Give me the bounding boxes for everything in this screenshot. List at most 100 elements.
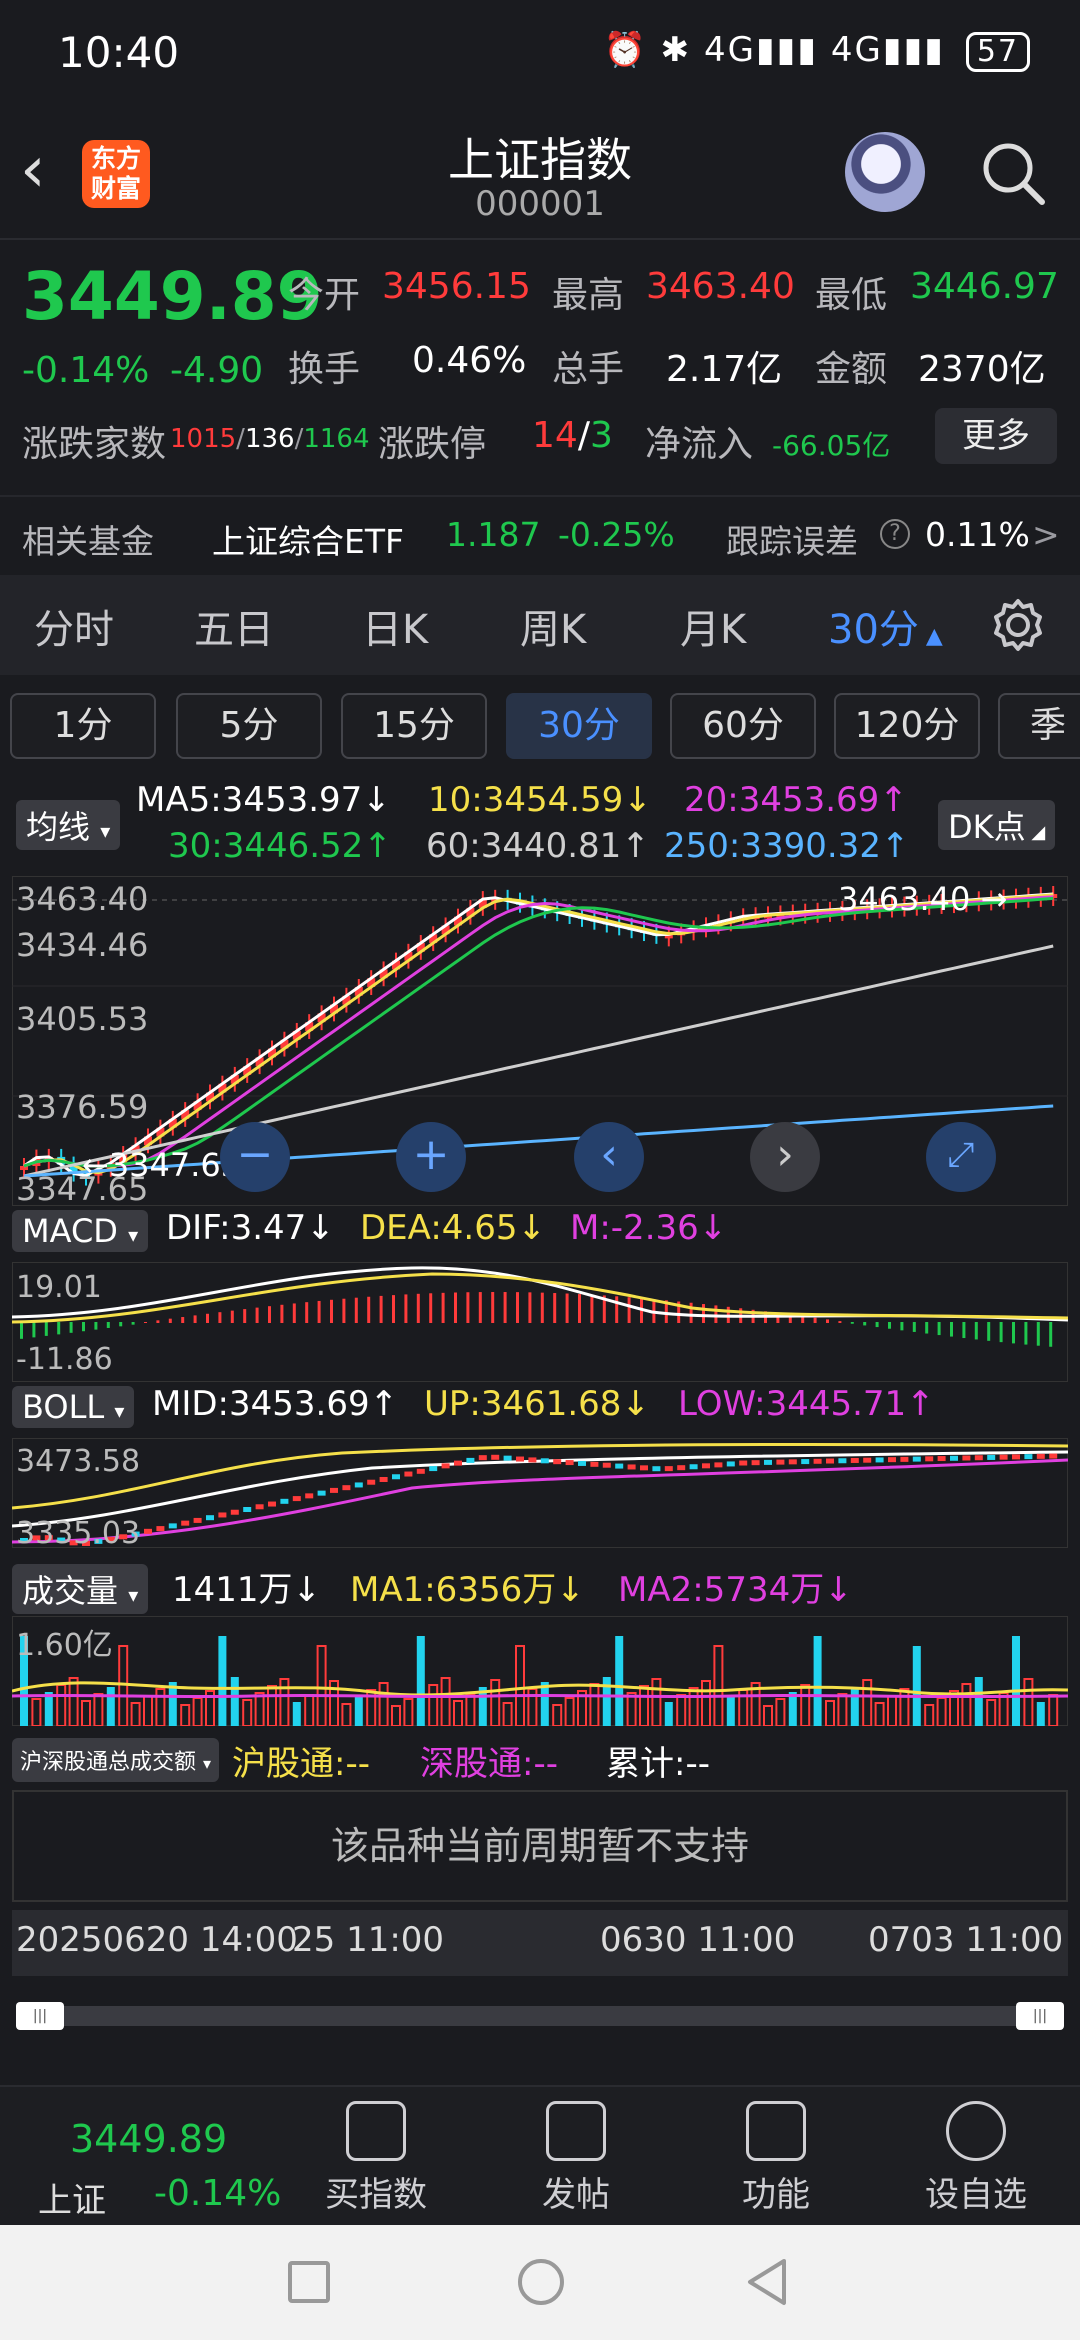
fund-change: -0.25% bbox=[558, 515, 675, 554]
range-scrollbar[interactable] bbox=[16, 2006, 1064, 2026]
home-icon[interactable] bbox=[518, 2259, 564, 2305]
gear-icon[interactable] bbox=[990, 597, 1046, 653]
volume-bar bbox=[813, 1636, 822, 1726]
zoom-in-icon[interactable]: + bbox=[396, 1122, 466, 1192]
tab-month-k[interactable]: 月K bbox=[680, 597, 746, 655]
nav-add-favorite[interactable]: 设自选 bbox=[886, 2087, 1066, 2227]
macd-bar bbox=[1012, 1322, 1015, 1344]
tab-15min[interactable]: 15分 bbox=[341, 693, 487, 759]
macd-bar bbox=[392, 1295, 395, 1323]
macd-selector[interactable]: MACD ▾ bbox=[12, 1210, 149, 1252]
volume-bar bbox=[416, 1636, 425, 1726]
macd-bar bbox=[441, 1292, 445, 1323]
volume-bar bbox=[775, 1698, 786, 1726]
macd-bar bbox=[168, 1318, 172, 1323]
macd-bar bbox=[218, 1312, 222, 1323]
macd-bar bbox=[503, 1292, 507, 1323]
boll-candle bbox=[1049, 1453, 1058, 1459]
scroll-left-icon[interactable]: ‹ bbox=[574, 1122, 644, 1192]
volume-bar bbox=[974, 1677, 983, 1726]
tab-5min[interactable]: 5分 bbox=[176, 693, 322, 759]
volume-bar bbox=[1012, 1636, 1020, 1726]
dk-button[interactable]: DK点 ◢ bbox=[938, 800, 1056, 850]
last-price: 3449.89 bbox=[22, 258, 323, 335]
macd-bar bbox=[516, 1292, 519, 1323]
quote-panel: 3449.89 -0.14% -4.90 今开 3456.15 最高 3463.… bbox=[0, 240, 1080, 570]
macd-bar bbox=[193, 1315, 197, 1323]
boll-candle bbox=[454, 1460, 462, 1466]
boll-candle bbox=[466, 1457, 475, 1463]
volume-bar bbox=[230, 1677, 239, 1726]
nav-pct: -0.14% bbox=[154, 2173, 282, 2214]
tab-5day[interactable]: 五日 bbox=[194, 597, 274, 655]
volume-bar bbox=[589, 1683, 600, 1726]
tab-30min[interactable]: 30分 ▲ bbox=[828, 597, 943, 655]
volume-bar bbox=[1036, 1702, 1045, 1726]
change-value: -4.90 bbox=[170, 350, 264, 391]
macd-bar bbox=[429, 1293, 433, 1323]
boll-candle bbox=[974, 1455, 983, 1461]
scroll-right-icon[interactable]: › bbox=[750, 1122, 820, 1192]
fund-label: 相关基金 bbox=[22, 522, 154, 561]
hk-connect-selector[interactable]: 沪深股通总成交额 ▾ bbox=[12, 1738, 220, 1782]
macd-bar bbox=[106, 1322, 110, 1328]
volume-bar bbox=[403, 1698, 414, 1726]
nav-post[interactable]: 发帖 bbox=[486, 2087, 666, 2227]
volume-bar bbox=[701, 1680, 711, 1726]
tab-quarter[interactable]: 季 bbox=[998, 693, 1080, 759]
fullscreen-icon[interactable]: ⤢ bbox=[926, 1122, 996, 1192]
nav-buy-index[interactable]: 买指数 bbox=[286, 2087, 466, 2227]
volume-selector[interactable]: 成交量 ▾ bbox=[12, 1564, 149, 1614]
nav-functions[interactable]: 功能 bbox=[686, 2087, 866, 2227]
system-nav-bar bbox=[0, 2225, 1080, 2340]
macd-bar bbox=[813, 1317, 817, 1323]
macd-bar bbox=[255, 1307, 259, 1323]
tab-day-k[interactable]: 日K bbox=[362, 597, 428, 655]
volume-bar bbox=[713, 1645, 724, 1726]
macd-bar bbox=[987, 1322, 991, 1341]
range-handle-left[interactable]: ||| bbox=[16, 2002, 64, 2030]
boll-candle bbox=[950, 1455, 958, 1461]
boll-candle bbox=[503, 1455, 512, 1461]
volume-bar bbox=[1048, 1694, 1059, 1726]
tab-week-k[interactable]: 周K bbox=[520, 597, 586, 655]
macd-dif: DIF:3.47↓ bbox=[166, 1208, 335, 1248]
search-icon[interactable] bbox=[980, 140, 1046, 206]
tab-30min-active[interactable]: 30分 bbox=[506, 693, 652, 759]
tab-60min[interactable]: 60分 bbox=[670, 693, 816, 759]
tab-fenshi[interactable]: 分时 bbox=[34, 597, 114, 655]
more-button[interactable]: 更多 bbox=[935, 408, 1057, 464]
range-handle-right[interactable]: ||| bbox=[1016, 2002, 1064, 2030]
macd-bar bbox=[1049, 1322, 1053, 1347]
ma-selector[interactable]: 均线 ▾ bbox=[16, 800, 121, 850]
volume-bar bbox=[639, 1685, 649, 1726]
volume-bar bbox=[81, 1700, 91, 1726]
boll-candle bbox=[925, 1456, 934, 1462]
macd-bar bbox=[57, 1322, 61, 1335]
volume-bar bbox=[626, 1692, 637, 1726]
netflow-value: -66.05亿 bbox=[772, 429, 891, 462]
volume-bar bbox=[56, 1684, 67, 1726]
boll-selector[interactable]: BOLL ▾ bbox=[12, 1386, 135, 1428]
header: ‹ 东方 财富 上证指数 000001 bbox=[0, 110, 1080, 240]
macd-bar bbox=[32, 1322, 36, 1338]
recents-icon[interactable] bbox=[288, 2261, 330, 2303]
robot-avatar-icon[interactable] bbox=[845, 132, 925, 212]
volume-bar bbox=[130, 1702, 141, 1726]
ma20-value: 20:3453.69↑ bbox=[684, 780, 908, 820]
macd-bar bbox=[354, 1297, 358, 1323]
boll-candle bbox=[615, 1463, 624, 1469]
tab-1min[interactable]: 1分 bbox=[10, 693, 156, 759]
boll-candle bbox=[181, 1520, 190, 1526]
related-fund-row[interactable]: 相关基金 上证综合ETF 1.187 -0.25% 跟踪误差 ? 0.11% > bbox=[0, 495, 1080, 570]
back-icon[interactable] bbox=[744, 2257, 790, 2307]
help-icon[interactable]: ? bbox=[880, 519, 910, 549]
zoom-out-icon[interactable]: − bbox=[220, 1122, 290, 1192]
boll-candle bbox=[850, 1457, 859, 1463]
status-time: 10:40 bbox=[58, 28, 180, 77]
volume-bar bbox=[850, 1687, 859, 1726]
boll-candle bbox=[230, 1509, 239, 1515]
tab-120min[interactable]: 120分 bbox=[834, 693, 980, 759]
macd-bar bbox=[280, 1304, 284, 1323]
kline-chart[interactable]: 均线 ▾ MA5:3453.97↓ 10:3454.59↓ 20:3453.69… bbox=[0, 770, 1080, 2030]
